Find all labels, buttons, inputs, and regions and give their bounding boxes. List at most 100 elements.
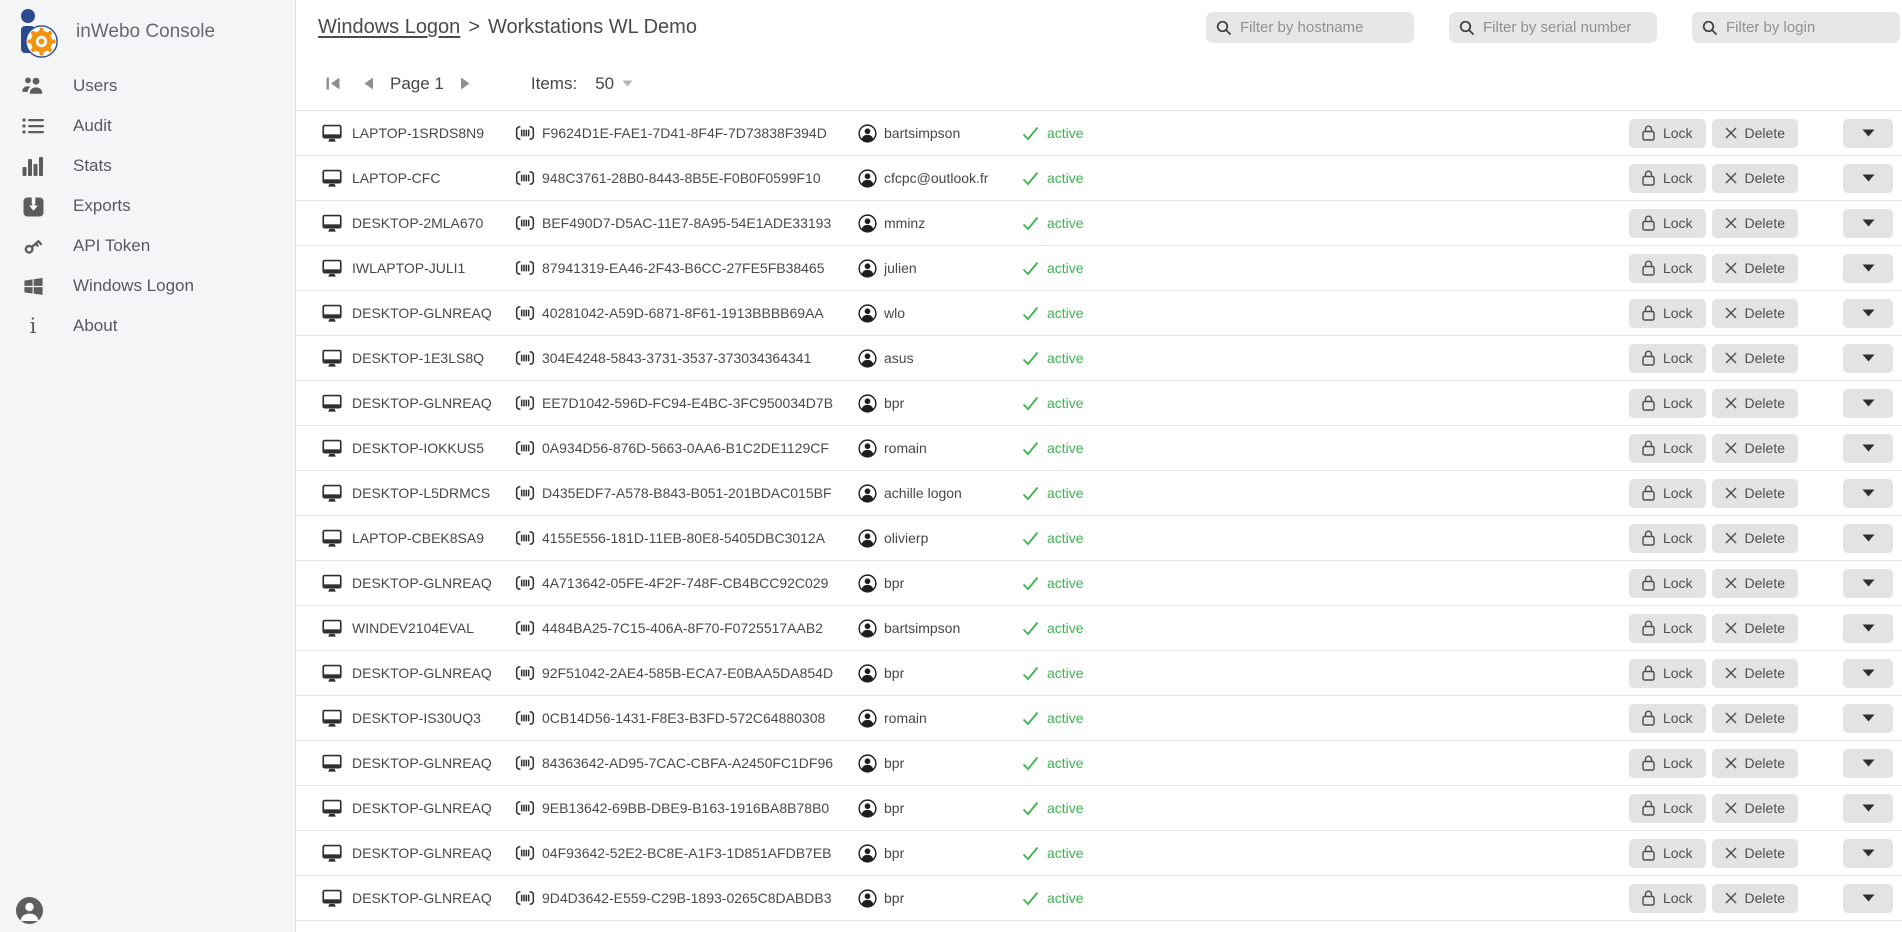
workstation-icon [322, 889, 342, 908]
prev-page-button[interactable] [359, 73, 378, 94]
lock-button[interactable]: Lock [1629, 119, 1706, 148]
row-more-actions-button[interactable] [1843, 389, 1893, 418]
delete-button[interactable]: Delete [1712, 524, 1798, 553]
row-more-actions-button[interactable] [1843, 704, 1893, 733]
lock-button[interactable]: Lock [1629, 209, 1706, 238]
delete-button[interactable]: Delete [1712, 704, 1798, 733]
delete-button[interactable]: Delete [1712, 119, 1798, 148]
login-cell: asus [884, 350, 1022, 366]
serial-cell: 87941319-EA46-2F43-B6CC-27FE5FB38465 [542, 260, 858, 276]
check-icon [1022, 396, 1039, 411]
lock-button[interactable]: Lock [1629, 299, 1706, 328]
lock-button[interactable]: Lock [1629, 794, 1706, 823]
delete-button[interactable]: Delete [1712, 344, 1798, 373]
delete-button-label: Delete [1745, 305, 1785, 321]
row-more-actions-button[interactable] [1843, 299, 1893, 328]
lock-button[interactable]: Lock [1629, 614, 1706, 643]
sidebar-item-exports[interactable]: Exports [0, 186, 295, 226]
lock-button-label: Lock [1663, 665, 1693, 681]
hostname-filter-input[interactable] [1240, 19, 1404, 36]
row-more-actions-button[interactable] [1843, 749, 1893, 778]
lock-button[interactable]: Lock [1629, 569, 1706, 598]
delete-button[interactable]: Delete [1712, 254, 1798, 283]
avatar-icon[interactable] [16, 897, 43, 924]
check-icon [1022, 846, 1039, 861]
row-more-actions-button[interactable] [1843, 119, 1893, 148]
row-more-actions-button[interactable] [1843, 884, 1893, 913]
row-more-actions-button[interactable] [1843, 839, 1893, 868]
sidebar-item-stats[interactable]: Stats [0, 146, 295, 186]
lock-icon [1642, 800, 1655, 816]
lock-button[interactable]: Lock [1629, 704, 1706, 733]
check-icon [1022, 621, 1039, 636]
delete-button[interactable]: Delete [1712, 479, 1798, 508]
serial-icon [515, 440, 535, 456]
sidebar-item-about[interactable]: i About [0, 306, 295, 346]
row-more-actions-button[interactable] [1843, 614, 1893, 643]
lock-button[interactable]: Lock [1629, 164, 1706, 193]
delete-button[interactable]: Delete [1712, 209, 1798, 238]
row-more-actions-button[interactable] [1843, 164, 1893, 193]
lock-button[interactable]: Lock [1629, 344, 1706, 373]
row-more-actions-button[interactable] [1843, 569, 1893, 598]
delete-button[interactable]: Delete [1712, 614, 1798, 643]
next-page-button[interactable] [456, 73, 475, 94]
serial-icon [515, 260, 535, 276]
lock-icon [1642, 575, 1655, 591]
delete-button-label: Delete [1745, 125, 1785, 141]
delete-button[interactable]: Delete [1712, 569, 1798, 598]
delete-button[interactable]: Delete [1712, 164, 1798, 193]
row-more-actions-button[interactable] [1843, 254, 1893, 283]
lock-button[interactable]: Lock [1629, 659, 1706, 688]
row-more-actions-button[interactable] [1843, 794, 1893, 823]
table-row: LAPTOP-CFC 948C3761-28B0-8443-8B5E-F0B0F… [296, 156, 1902, 201]
login-cell: bpr [884, 395, 1022, 411]
first-page-button[interactable] [322, 73, 345, 94]
lock-button-label: Lock [1663, 845, 1693, 861]
lock-button[interactable]: Lock [1629, 749, 1706, 778]
login-cell: olivierp [884, 530, 1022, 546]
delete-button[interactable]: Delete [1712, 389, 1798, 418]
lock-button[interactable]: Lock [1629, 524, 1706, 553]
delete-button[interactable]: Delete [1712, 794, 1798, 823]
row-more-actions-button[interactable] [1843, 524, 1893, 553]
delete-button[interactable]: Delete [1712, 299, 1798, 328]
sidebar-item-users[interactable]: Users [0, 66, 295, 106]
hostname-cell: DESKTOP-GLNREAQ [352, 845, 515, 861]
sidebar-item-api-token[interactable]: API Token [0, 226, 295, 266]
lock-button[interactable]: Lock [1629, 479, 1706, 508]
delete-button[interactable]: Delete [1712, 884, 1798, 913]
delete-button[interactable]: Delete [1712, 659, 1798, 688]
row-more-actions-button[interactable] [1843, 659, 1893, 688]
status-badge: active [1047, 755, 1084, 771]
sidebar-item-audit[interactable]: Audit [0, 106, 295, 146]
lock-button[interactable]: Lock [1629, 389, 1706, 418]
delete-button[interactable]: Delete [1712, 839, 1798, 868]
login-filter-input[interactable] [1726, 19, 1890, 36]
row-more-actions-button[interactable] [1843, 434, 1893, 463]
lock-button[interactable]: Lock [1629, 839, 1706, 868]
row-more-actions-button[interactable] [1843, 209, 1893, 238]
row-more-actions-button[interactable] [1843, 479, 1893, 508]
workstations-table: LAPTOP-1SRDS8N9 F9624D1E-FAE1-7D41-8F4F-… [296, 110, 1902, 932]
serial-filter-input[interactable] [1483, 19, 1647, 36]
lock-button[interactable]: Lock [1629, 254, 1706, 283]
search-icon [1702, 20, 1718, 36]
serial-icon [515, 530, 535, 546]
app-title: inWebo Console [76, 21, 215, 43]
status-badge: active [1047, 305, 1084, 321]
caret-down-icon [1862, 399, 1875, 407]
sidebar-item-windows-logon[interactable]: Windows Logon [0, 266, 295, 306]
items-per-page-select[interactable]: 50 [595, 74, 633, 94]
lock-button[interactable]: Lock [1629, 884, 1706, 913]
row-more-actions-button[interactable] [1843, 344, 1893, 373]
delete-button[interactable]: Delete [1712, 749, 1798, 778]
lock-button[interactable]: Lock [1629, 434, 1706, 463]
serial-icon [515, 125, 535, 141]
table-row: WINDEV2104EVAL 4484BA25-7C15-406A-8F70-F… [296, 606, 1902, 651]
inwebo-logo-icon [12, 6, 58, 58]
check-icon [1022, 891, 1039, 906]
delete-button[interactable]: Delete [1712, 434, 1798, 463]
login-cell: mminz [884, 215, 1022, 231]
breadcrumb-windows-logon-link[interactable]: Windows Logon [318, 16, 460, 38]
